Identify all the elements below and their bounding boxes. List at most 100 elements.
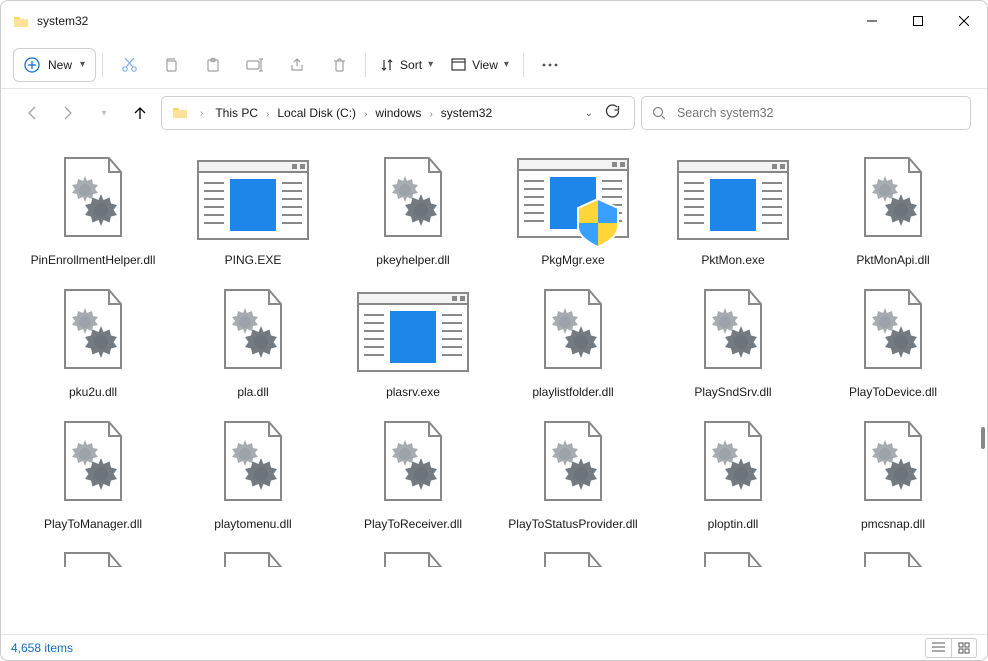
breadcrumb-segment[interactable]: system32	[435, 104, 498, 122]
delete-button[interactable]	[319, 47, 359, 83]
file-icon	[33, 415, 153, 513]
file-name: ploptin.dll	[708, 517, 759, 531]
status-bar: 4,658 items	[1, 634, 987, 660]
file-item[interactable]	[813, 541, 973, 573]
file-icon	[673, 415, 793, 513]
file-item[interactable]: PlayToManager.dll	[13, 409, 173, 537]
search-box[interactable]	[641, 96, 971, 130]
view-label: View	[472, 58, 498, 72]
file-icon	[353, 151, 473, 249]
share-button[interactable]	[277, 47, 317, 83]
file-icon	[193, 151, 313, 249]
file-name: pla.dll	[237, 385, 268, 399]
file-name: PlayToStatusProvider.dll	[508, 517, 637, 531]
refresh-button[interactable]	[605, 104, 620, 122]
file-icon	[193, 283, 313, 381]
file-icon	[353, 547, 473, 567]
file-icon	[833, 547, 953, 567]
file-item[interactable]: PlayToReceiver.dll	[333, 409, 493, 537]
scrollbar-thumb[interactable]	[981, 427, 985, 449]
file-name: PktMon.exe	[701, 253, 764, 267]
file-name: playtomenu.dll	[214, 517, 291, 531]
toolbar: New ▾ Sort ▾ View ▾	[1, 41, 987, 89]
back-button[interactable]	[17, 98, 47, 128]
file-name: PlayToDevice.dll	[849, 385, 937, 399]
up-button[interactable]	[125, 98, 155, 128]
file-item[interactable]: PING.EXE	[173, 145, 333, 273]
file-item[interactable]: PktMon.exe	[653, 145, 813, 273]
file-name: PlayToManager.dll	[44, 517, 142, 531]
file-item[interactable]: PkgMgr.exe	[493, 145, 653, 273]
file-name: playlistfolder.dll	[532, 385, 613, 399]
sort-label: Sort	[400, 58, 422, 72]
maximize-button[interactable]	[895, 1, 941, 41]
file-name: PinEnrollmentHelper.dll	[31, 253, 156, 267]
file-item[interactable]: pla.dll	[173, 277, 333, 405]
file-item[interactable]: plasrv.exe	[333, 277, 493, 405]
new-button[interactable]: New ▾	[13, 48, 96, 82]
breadcrumb-segment[interactable]: windows	[369, 104, 427, 122]
recent-button[interactable]: ▾	[89, 98, 119, 128]
file-name: PlayToReceiver.dll	[364, 517, 462, 531]
close-button[interactable]	[941, 1, 987, 41]
file-item[interactable]	[333, 541, 493, 573]
chevron-down-icon[interactable]: ⌄	[585, 108, 593, 119]
file-item[interactable]: pmcsnap.dll	[813, 409, 973, 537]
copy-button[interactable]	[151, 47, 191, 83]
file-grid: PinEnrollmentHelper.dll PING.EXE pkeyhelpe…	[1, 137, 987, 634]
file-icon	[33, 283, 153, 381]
forward-button[interactable]	[53, 98, 83, 128]
chevron-down-icon: ▾	[504, 59, 509, 70]
file-icon	[193, 547, 313, 567]
nav-row: ▾ › This PC›Local Disk (C:)›windows›syst…	[1, 89, 987, 137]
more-button[interactable]	[530, 47, 570, 83]
sort-button[interactable]: Sort ▾	[372, 47, 441, 83]
view-button[interactable]: View ▾	[443, 47, 517, 83]
file-item[interactable]	[13, 541, 173, 573]
folder-icon	[13, 13, 29, 29]
file-name: PkgMgr.exe	[541, 253, 604, 267]
file-item[interactable]: PinEnrollmentHelper.dll	[13, 145, 173, 273]
file-icon	[673, 547, 793, 567]
file-item[interactable]: pku2u.dll	[13, 277, 173, 405]
chevron-right-icon: ›	[198, 108, 205, 119]
file-item[interactable]: playtomenu.dll	[173, 409, 333, 537]
file-item[interactable]	[653, 541, 813, 573]
details-view-button[interactable]	[925, 638, 951, 658]
file-item[interactable]: pkeyhelper.dll	[333, 145, 493, 273]
file-item[interactable]: PlaySndSrv.dll	[653, 277, 813, 405]
search-input[interactable]	[675, 105, 960, 121]
breadcrumb-segment[interactable]: This PC	[209, 104, 264, 122]
file-icon	[513, 415, 633, 513]
item-count: 4,658 items	[11, 641, 73, 655]
rename-button[interactable]	[235, 47, 275, 83]
file-item[interactable]: PktMonApi.dll	[813, 145, 973, 273]
minimize-button[interactable]	[849, 1, 895, 41]
file-icon	[673, 283, 793, 381]
cut-button[interactable]	[109, 47, 149, 83]
file-item[interactable]	[173, 541, 333, 573]
breadcrumb-segment[interactable]: Local Disk (C:)	[271, 104, 362, 122]
folder-icon	[168, 104, 194, 123]
icons-view-button[interactable]	[951, 638, 977, 658]
file-icon	[353, 283, 473, 381]
file-item[interactable]	[493, 541, 653, 573]
file-item[interactable]: ploptin.dll	[653, 409, 813, 537]
file-item[interactable]: PlayToDevice.dll	[813, 277, 973, 405]
chevron-down-icon: ▾	[80, 59, 85, 70]
search-icon	[652, 106, 665, 120]
file-name: PktMonApi.dll	[856, 253, 929, 267]
file-icon	[673, 151, 793, 249]
paste-button[interactable]	[193, 47, 233, 83]
file-icon	[353, 415, 473, 513]
address-bar[interactable]: › This PC›Local Disk (C:)›windows›system…	[161, 96, 635, 130]
file-icon	[513, 151, 633, 249]
file-icon	[33, 151, 153, 249]
file-name: PING.EXE	[225, 253, 282, 267]
window-title: system32	[37, 14, 849, 28]
plus-circle-icon	[24, 57, 40, 73]
file-name: pku2u.dll	[69, 385, 117, 399]
file-item[interactable]: playlistfolder.dll	[493, 277, 653, 405]
file-icon	[833, 151, 953, 249]
file-item[interactable]: PlayToStatusProvider.dll	[493, 409, 653, 537]
